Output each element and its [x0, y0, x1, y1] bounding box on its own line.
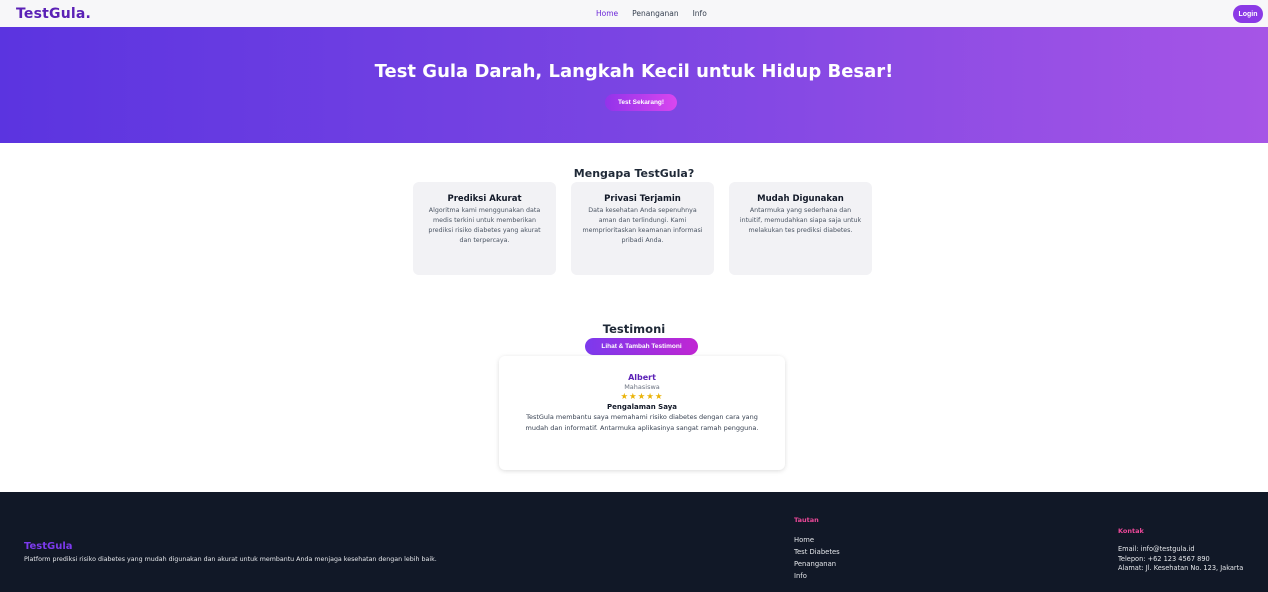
feature-card-easy: Mudah Digunakan Antarmuka yang sederhana…	[729, 182, 872, 275]
testimonial-text: TestGula membantu saya memahami risiko d…	[525, 413, 759, 432]
footer-link-info[interactable]: Info	[794, 570, 840, 582]
brand-logo[interactable]: TestGula.	[16, 6, 91, 22]
footer-brand: TestGula	[24, 541, 73, 552]
testimonial-name: Albert	[628, 373, 656, 382]
testimonial-heading: Pengalaman Saya	[607, 403, 677, 411]
feature-card-desc: Antarmuka yang sederhana dan intuitif, m…	[739, 207, 862, 234]
feature-card-privacy: Privasi Terjamin Data kesehatan Anda sep…	[571, 182, 714, 275]
nav-links: Home Penanganan Info	[596, 0, 707, 27]
feature-card-title: Prediksi Akurat	[447, 194, 522, 204]
testimonial-role: Mahasiswa	[624, 383, 660, 391]
footer-link-test-diabetes[interactable]: Test Diabetes	[794, 546, 840, 558]
login-button[interactable]: Login	[1233, 5, 1263, 23]
footer-description: Platform prediksi risiko diabetes yang m…	[24, 556, 437, 563]
footer-links: Tautan Home Test Diabetes Penanganan Inf…	[794, 516, 840, 582]
view-add-testimonial-button[interactable]: Lihat & Tambah Testimoni	[585, 338, 698, 355]
testimonial-card: Albert Mahasiswa ★★★★★ Pengalaman Saya T…	[499, 356, 785, 470]
footer: TestGula Platform prediksi risiko diabet…	[0, 492, 1268, 592]
footer-contact: Kontak Email: info@testgula.id Telepon: …	[1118, 527, 1243, 574]
test-now-button[interactable]: Test Sekarang!	[605, 94, 677, 111]
feature-cards: Prediksi Akurat Algoritma kami menggunak…	[413, 182, 872, 275]
testimonial-section-title: Testimoni	[602, 322, 666, 336]
feature-card-desc: Algoritma kami menggunakan data medis te…	[428, 207, 541, 244]
hero-title: Test Gula Darah, Langkah Kecil untuk Hid…	[374, 61, 894, 82]
footer-contact-title: Kontak	[1118, 527, 1144, 535]
contact-email: Email: info@testgula.id	[1118, 545, 1195, 553]
hero-banner: Test Gula Darah, Langkah Kecil untuk Hid…	[0, 27, 1268, 143]
feature-card-title: Mudah Digunakan	[757, 194, 844, 204]
footer-link-home[interactable]: Home	[794, 534, 840, 546]
feature-card-desc: Data kesehatan Anda sepenuhnya aman dan …	[582, 207, 703, 244]
contact-address: Alamat: Jl. Kesehatan No. 123, Jakarta	[1118, 564, 1244, 572]
navbar: TestGula. Home Penanganan Info Login	[0, 0, 1268, 27]
feature-card-accurate: Prediksi Akurat Algoritma kami menggunak…	[413, 182, 556, 275]
star-rating-icon: ★★★★★	[620, 392, 664, 402]
nav-link-penanganan[interactable]: Penanganan	[632, 9, 678, 18]
nav-link-home[interactable]: Home	[596, 9, 618, 18]
why-section-title: Mengapa TestGula?	[573, 167, 695, 180]
footer-link-penanganan[interactable]: Penanganan	[794, 558, 840, 570]
footer-links-title: Tautan	[794, 516, 819, 524]
feature-card-title: Privasi Terjamin	[604, 194, 681, 204]
nav-link-info[interactable]: Info	[693, 9, 707, 18]
contact-phone: Telepon: +62 123 4567 890	[1118, 554, 1210, 563]
